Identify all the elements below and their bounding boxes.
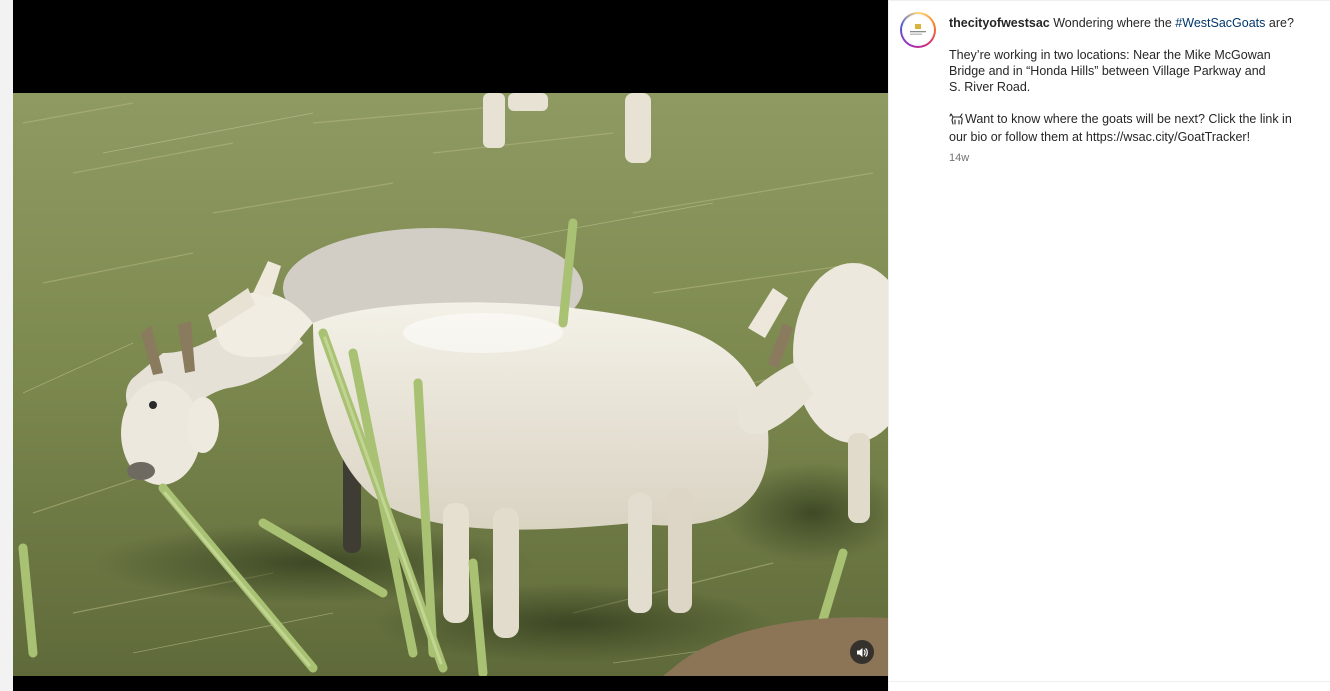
caption-first-line: thecityofwestsac Wondering where the #We… [949,15,1309,31]
goats-grazing-image [13,93,888,676]
post-timestamp[interactable]: 14w [949,150,1309,166]
post-caption: thecityofwestsac Wondering where the #We… [949,15,1309,166]
city-logo-icon [910,24,926,35]
caption-paragraph-locations: They’re working in two locations: Near t… [949,47,1309,95]
mute-button[interactable] [850,640,874,664]
avatar [902,14,934,46]
caption-line: They’re working in two locations: Near t… [949,48,1271,62]
caption-line: Bridge and in “Honda Hills” between Vill… [949,64,1266,78]
speaker-icon [856,647,868,657]
left-gutter [0,0,13,691]
profile-avatar[interactable] [900,12,936,48]
post-video[interactable] [13,93,888,676]
caption-intro: Wondering where the [1053,16,1172,30]
username-link[interactable]: thecityofwestsac [949,16,1050,30]
caption-line: our bio or follow them at https://wsac.c… [949,130,1251,144]
instagram-post-view: thecityofwestsac Wondering where the #We… [0,0,1330,691]
caption-intro-end: are? [1268,16,1294,30]
goat-icon [949,112,965,129]
caption-line: S. River Road. [949,80,1031,94]
divider [889,0,1330,1]
caption-line: Want to know where the goats will be nex… [949,111,1309,129]
divider [889,681,1330,682]
hashtag-link[interactable]: #WestSacGoats [1175,16,1265,30]
media-pane[interactable] [13,0,888,691]
post-details-pane: thecityofwestsac Wondering where the #We… [888,0,1330,691]
caption-paragraph-tracker: Want to know where the goats will be nex… [949,111,1309,145]
